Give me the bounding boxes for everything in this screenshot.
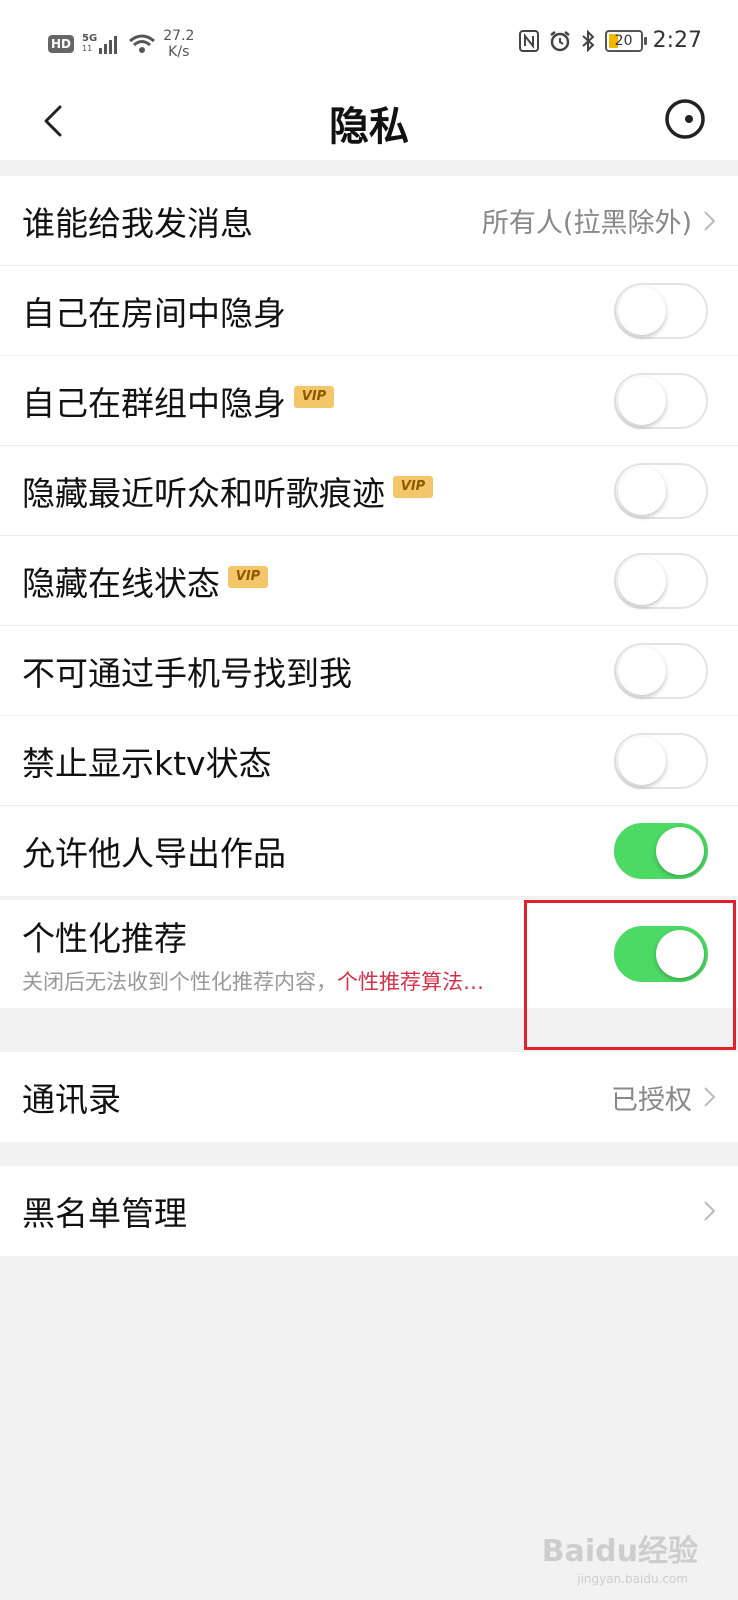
bluetooth-icon xyxy=(581,29,595,52)
message-permission-label: 谁能给我发消息 xyxy=(22,203,253,243)
toggle-knob xyxy=(656,827,704,875)
privacy-toggle-row: 禁止显示ktv状态 xyxy=(0,716,738,806)
nav-header: 隐私 xyxy=(0,82,738,160)
contacts-card: 通讯录 已授权 xyxy=(0,1052,738,1142)
toggle-knob xyxy=(618,286,666,335)
privacy-toggle-switch[interactable] xyxy=(614,462,708,519)
privacy-toggle-label: 禁止显示ktv状态 xyxy=(22,743,272,783)
chevron-right-icon xyxy=(704,210,716,231)
blacklist-chevron-group xyxy=(702,1166,718,1256)
toggle-knob xyxy=(618,556,666,605)
privacy-toggle-switch[interactable] xyxy=(614,642,708,699)
nfc-icon xyxy=(518,29,539,52)
privacy-toggle-row: 自己在群组中隐身 VIP xyxy=(0,356,738,446)
watermark-url: jingyan.baidu.com xyxy=(577,1572,688,1586)
battery-icon: 20 xyxy=(604,29,647,52)
privacy-toggle-label: 允许他人导出作品 xyxy=(22,834,286,873)
toggle-knob xyxy=(618,376,666,425)
contacts-value-group: 已授权 xyxy=(611,1052,718,1142)
vip-badge: VIP xyxy=(393,475,433,498)
chevron-right-icon xyxy=(704,1201,716,1221)
privacy-toggle-row: 允许他人导出作品 xyxy=(0,806,738,896)
signal-5g: 5G 11 xyxy=(82,34,121,54)
privacy-toggle-label: 不可通过手机号找到我 xyxy=(22,653,352,693)
blacklist-row[interactable]: 黑名单管理 xyxy=(0,1166,738,1256)
privacy-toggle-row: 自己在房间中隐身 xyxy=(0,266,738,356)
status-left: HD 5G 11 27.2 K/s xyxy=(48,28,194,60)
message-permission-value: 所有人(拉黑除外) xyxy=(481,208,692,239)
blacklist-label: 黑名单管理 xyxy=(22,1194,187,1233)
privacy-settings-card: 谁能给我发消息 所有人(拉黑除外) 自己在房间中隐身 自己在群组中隐身 VIP 隐藏最… xyxy=(0,176,738,896)
status-bar: HD 5G 11 27.2 K/s 20 2:27 xyxy=(0,0,738,82)
privacy-toggle-switch[interactable] xyxy=(614,552,708,609)
vip-badge: VIP xyxy=(294,385,334,408)
privacy-toggle-switch[interactable] xyxy=(614,823,708,879)
toggle-knob xyxy=(618,466,666,515)
contacts-value: 已授权 xyxy=(611,1084,692,1116)
contacts-label: 通讯录 xyxy=(22,1080,121,1119)
target-icon xyxy=(665,99,705,139)
watermark-logo: Baidu经验 xyxy=(541,1534,698,1569)
speed-value: 27.2 xyxy=(163,28,195,44)
hd-badge: HD xyxy=(48,35,75,53)
privacy-toggle-row: 不可通过手机号找到我 xyxy=(0,626,738,716)
privacy-toggle-label: 自己在群组中隐身 xyxy=(22,383,286,423)
clock: 2:27 xyxy=(652,28,702,53)
toggle-knob xyxy=(618,736,666,785)
network-speed: 27.2 K/s xyxy=(163,28,194,60)
wifi-icon xyxy=(129,34,156,53)
chevron-right-icon xyxy=(704,1087,716,1107)
page-title: 隐私 xyxy=(329,104,409,150)
highlight-box xyxy=(524,900,736,1050)
toggle-knob xyxy=(618,646,666,695)
status-right: 20 2:27 xyxy=(518,28,702,53)
recommendation-desc-text: 关闭后无法收到个性化推荐内容， xyxy=(22,970,337,994)
privacy-toggle-label: 自己在房间中隐身 xyxy=(22,293,286,333)
battery-level: 20 xyxy=(614,32,633,49)
privacy-toggle-switch[interactable] xyxy=(614,372,708,429)
network-label: 5G 11 xyxy=(82,34,97,54)
algorithm-link[interactable]: 个性推荐算法… xyxy=(337,970,484,994)
record-button[interactable] xyxy=(660,94,710,144)
privacy-toggle-switch[interactable] xyxy=(614,732,708,789)
alarm-icon xyxy=(549,30,570,51)
signal-bars-icon xyxy=(99,36,118,54)
privacy-toggle-row: 隐藏最近听众和听歌痕迹 VIP xyxy=(0,446,738,536)
network-type: 5G xyxy=(82,33,98,44)
privacy-toggle-switch[interactable] xyxy=(614,282,708,339)
network-sub: 11 xyxy=(82,44,93,53)
blacklist-card: 黑名单管理 xyxy=(0,1166,738,1256)
vip-badge: VIP xyxy=(228,565,268,588)
privacy-toggle-label: 隐藏最近听众和听歌痕迹 xyxy=(22,473,385,513)
message-permission-value-group: 所有人(拉黑除外) xyxy=(482,176,718,265)
speed-unit: K/s xyxy=(168,44,190,60)
contacts-row[interactable]: 通讯录 已授权 xyxy=(0,1052,738,1142)
privacy-toggle-row: 隐藏在线状态 VIP xyxy=(0,536,738,626)
privacy-toggle-label: 隐藏在线状态 xyxy=(22,563,220,603)
message-permission-row[interactable]: 谁能给我发消息 所有人(拉黑除外) xyxy=(0,176,738,266)
